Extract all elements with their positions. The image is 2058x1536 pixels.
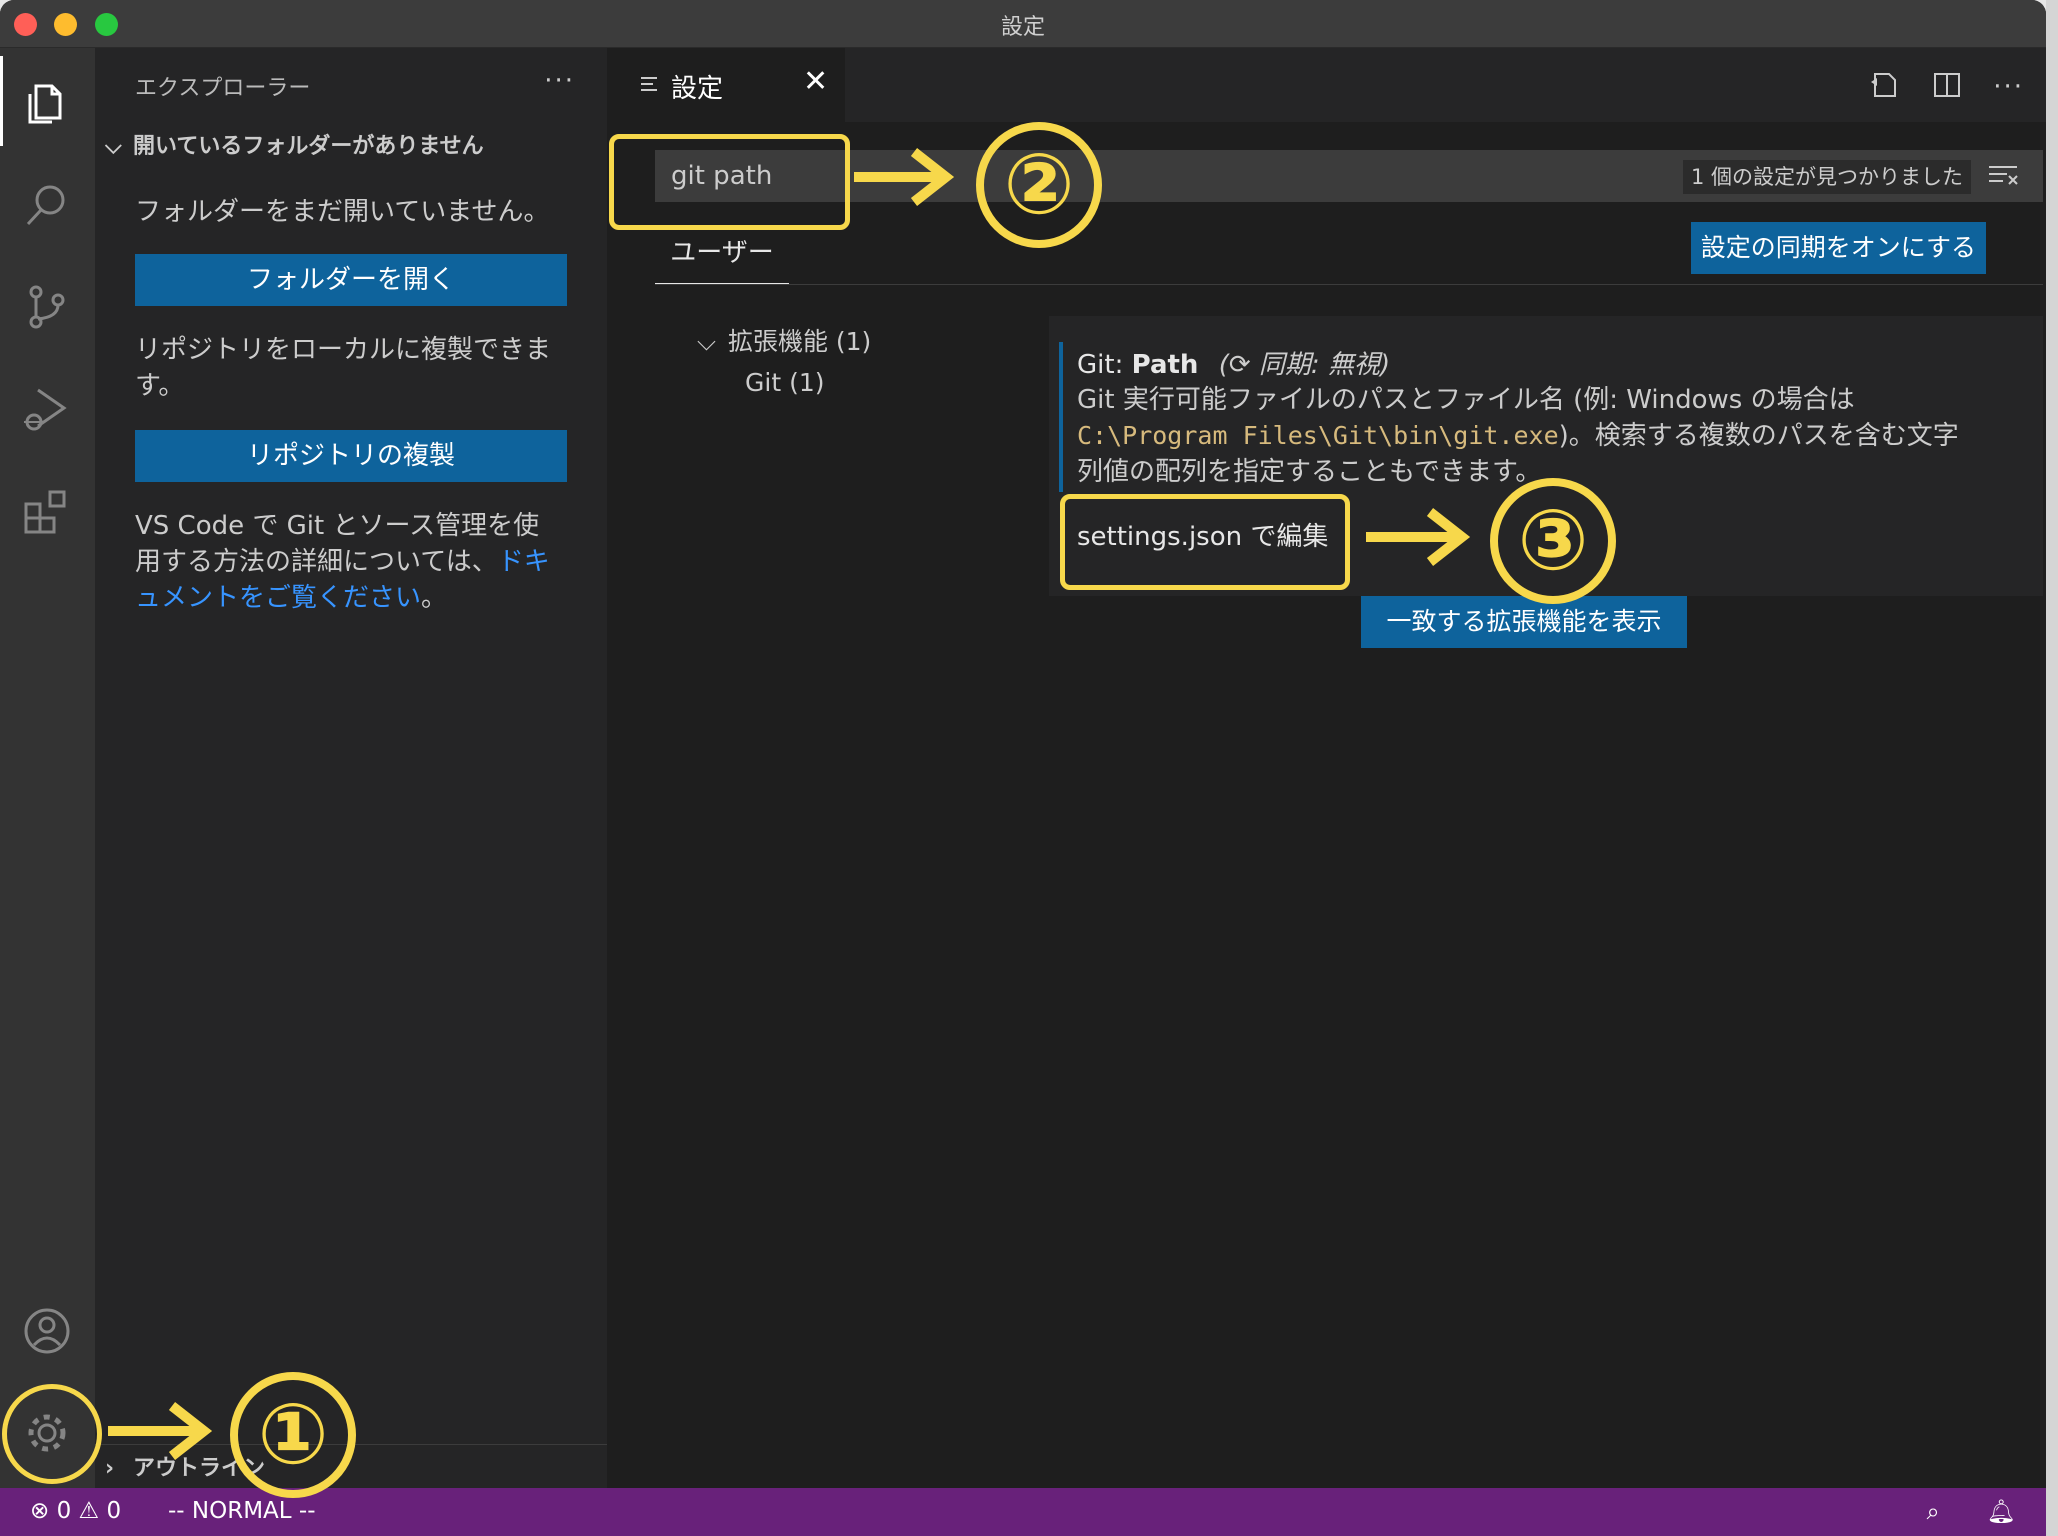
setting-description: Git 実行可能ファイルのパスとファイル名 (例: Windows の場合は C… <box>1077 382 1977 490</box>
arrow-to-step1-icon <box>108 1402 213 1460</box>
vim-mode-indicator: -- NORMAL -- <box>168 1498 316 1524</box>
toc-extensions[interactable]: ⌵ 拡張機能 (1) <box>697 322 871 358</box>
chevron-down-icon: ⌵ <box>697 327 716 356</box>
activity-search[interactable] <box>0 158 95 248</box>
editor-actions: ··· <box>1843 70 2024 104</box>
turn-on-sync-button[interactable]: 設定の同期をオンにする <box>1690 222 1986 274</box>
run-debug-icon <box>24 388 67 431</box>
window-title: 設定 <box>1000 15 1045 40</box>
activity-explorer[interactable] <box>0 56 95 146</box>
gear-highlight-circle <box>2 1384 102 1484</box>
clone-text: リポジトリをローカルに複製できます。 <box>135 335 552 401</box>
arrow-to-step2-icon <box>854 148 955 206</box>
error-count: 0 <box>56 1498 72 1524</box>
setting-title: Git: Path (⟳ 同期: 無視) <box>1077 344 1390 381</box>
tab-user-scope[interactable]: ユーザー <box>655 232 789 285</box>
open-settings-json-icon[interactable] <box>1869 70 1901 104</box>
no-folder-text: フォルダーをまだ開いていません。 <box>135 197 550 227</box>
setting-name: Path <box>1131 350 1199 380</box>
git-help-text: VS Code で Git とソース管理を使用する方法の詳細については、ドキュメ… <box>135 508 565 616</box>
activity-run-debug[interactable] <box>0 362 95 452</box>
step-1-marker: ① <box>230 1372 356 1498</box>
activity-extensions[interactable] <box>0 464 95 554</box>
problems-indicator[interactable]: ⊗ 0 ⚠ 0 <box>30 1498 121 1524</box>
edit-link-highlight-box <box>1060 494 1350 590</box>
section-title: 開いているフォルダーがありません <box>133 134 484 159</box>
editor-tabs: 設定 ✕ ··· <box>607 48 2046 122</box>
search-highlight-box <box>609 134 850 230</box>
sync-state-label: 同期: 無視 <box>1258 350 1380 380</box>
account-icon <box>24 1308 70 1354</box>
feedback-icon[interactable]: ⌕ <box>1927 1499 1940 1525</box>
files-icon <box>28 84 62 124</box>
more-actions-icon[interactable]: ··· <box>1993 72 2024 102</box>
sidebar-more-actions[interactable]: ··· <box>544 66 575 96</box>
toc-git[interactable]: Git (1) <box>745 368 824 397</box>
activity-bar <box>0 48 95 1488</box>
tab-label: 設定 <box>671 74 724 104</box>
activity-source-control[interactable] <box>0 260 95 350</box>
git-help-prefix: VS Code で Git とソース管理を使用する方法の詳細については、 <box>135 511 540 577</box>
close-icon[interactable]: ✕ <box>803 64 828 99</box>
explorer-sidebar: エクスプローラー ··· ⌵ 開いているフォルダーがありません フォルダーをまだ開… <box>95 48 607 1488</box>
vscode-window: 設定 エクスプローラー ··· ⌵ 開いているフォルダーがありません フォルダー… <box>0 0 2046 1536</box>
show-matching-extensions-button[interactable]: 一致する拡張機能を表示 <box>1361 596 1687 648</box>
no-folder-section[interactable]: ⌵ 開いているフォルダーがありません <box>105 128 484 160</box>
desc-part1: Git 実行可能ファイルのパスとファイル名 (例: Windows の場合は <box>1077 385 1855 415</box>
step-2-marker: ② <box>976 122 1102 248</box>
extensions-icon <box>24 490 66 534</box>
desc-code: C:\Program Files\Git\bin\git.exe <box>1077 421 1559 450</box>
title-bar: 設定 <box>0 0 2046 48</box>
scope-divider <box>655 284 2043 285</box>
clear-filter-icon[interactable] <box>1989 164 2019 188</box>
settings-editor: 1 個の設定が見つかりました ユーザー 設定の同期をオンにする ⌵ 拡張機能 (1… <box>607 122 2046 1488</box>
status-right-items: ⌕ 🔔︎ <box>1927 1498 2016 1525</box>
chevron-down-icon: ⌵ <box>105 134 122 159</box>
activity-accounts[interactable] <box>0 1284 95 1374</box>
sync-ignored-indicator: (⟳ 同期: 無視) <box>1218 350 1391 380</box>
bell-icon[interactable]: 🔔︎ <box>1987 1499 2016 1525</box>
toc-extensions-label: 拡張機能 (1) <box>727 327 872 356</box>
clone-repository-button[interactable]: リポジトリの複製 <box>135 430 567 482</box>
results-count-badge: 1 個の設定が見つかりました <box>1682 160 1971 194</box>
step-3-marker: ③ <box>1490 478 1616 604</box>
warning-count: 0 <box>106 1498 122 1524</box>
split-editor-icon[interactable] <box>1932 70 1962 104</box>
background-window-edge <box>2046 0 2058 1536</box>
error-icon: ⊗ <box>30 1498 50 1524</box>
open-folder-button[interactable]: フォルダーを開く <box>135 254 567 306</box>
git-help-suffix: 。 <box>421 583 448 613</box>
source-control-icon <box>29 285 65 329</box>
tab-settings[interactable]: 設定 ✕ <box>607 48 845 122</box>
sync-ignored-icon: ⟳ <box>1228 350 1251 380</box>
sidebar-title: エクスプローラー <box>135 76 311 101</box>
setting-category: Git: <box>1077 350 1132 380</box>
warning-icon: ⚠ <box>78 1498 100 1524</box>
search-icon <box>26 185 65 226</box>
settings-file-icon <box>641 77 657 91</box>
arrow-to-step3-icon <box>1366 508 1471 566</box>
